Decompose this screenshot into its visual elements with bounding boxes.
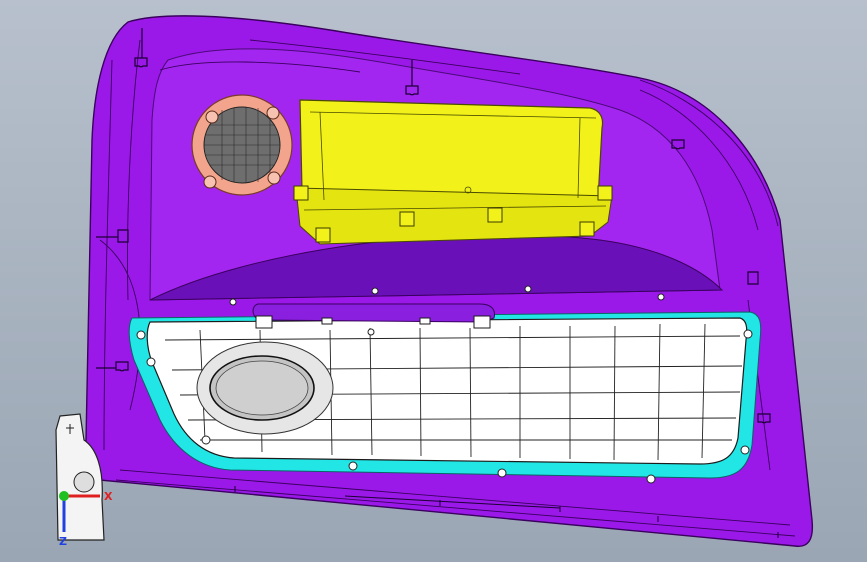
triad-x-label: X <box>104 490 113 503</box>
speaker-opening-inner <box>215 360 309 416</box>
module-base <box>295 187 613 245</box>
cad-viewport[interactable]: X Z <box>0 0 867 562</box>
pull-handle[interactable] <box>252 303 495 323</box>
triad-origin <box>59 491 69 501</box>
switch-module[interactable] <box>293 99 613 245</box>
triad-z-label: Z <box>59 535 67 548</box>
tweeter-speaker[interactable] <box>191 94 293 196</box>
door-trim-model[interactable]: X Z <box>0 0 867 562</box>
